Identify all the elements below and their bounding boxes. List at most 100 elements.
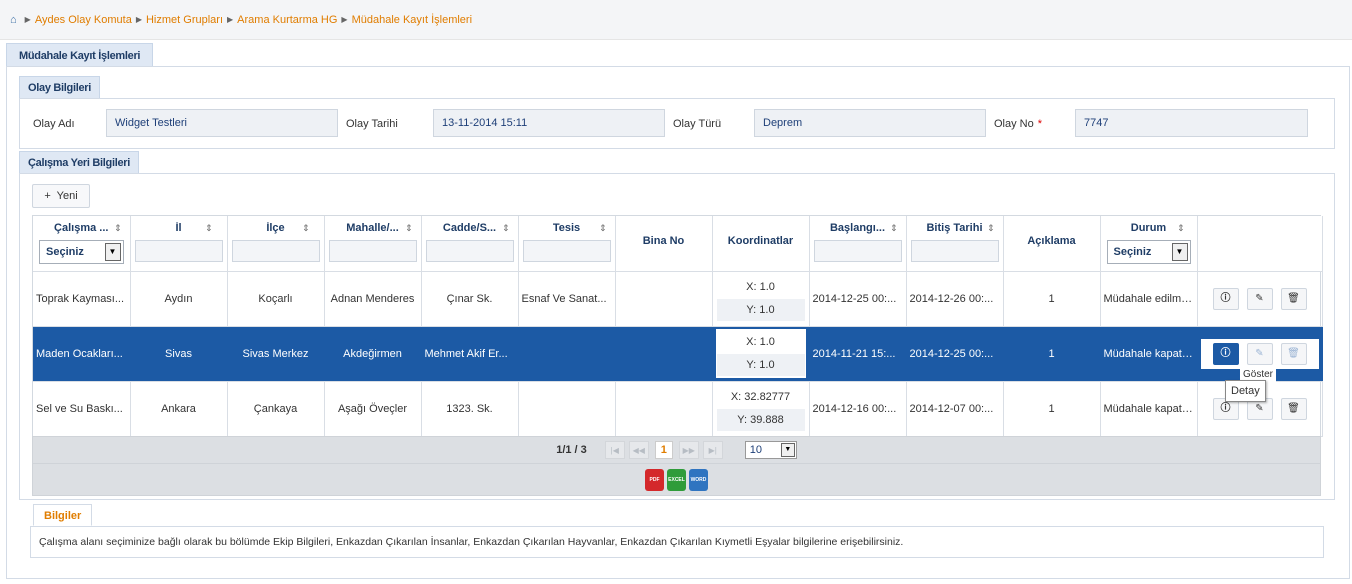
sort-icon[interactable]: ⇕ [205,223,213,234]
col-cadde[interactable]: Cadde/S... ⇕ [421,216,519,272]
cell-mahalle: Adnan Menderes [324,271,422,327]
page-size-select[interactable]: 10 ▼ [744,441,797,459]
cell-cadde: 1323. Sk. [421,381,519,437]
cell-ilce: Çankaya [227,381,325,437]
calisma-filter-select[interactable]: Seçiniz ▼ [39,240,124,264]
plus-icon: + [44,190,51,202]
baslangic-filter-input[interactable] [813,240,902,262]
page-info: 1/1 / 3 [556,444,587,456]
olay-tarihi-field[interactable]: 13-11-2014 15:11 [433,109,665,137]
info-icon[interactable]: ⓘ [1212,287,1239,310]
last-page-icon[interactable]: ▶| [702,441,723,459]
bitis-filter-input[interactable] [910,240,999,262]
chevron-right-icon: ▶ [24,15,31,24]
cell-durum: Müdahale kapatıldı [1100,381,1198,437]
cell-calisma: Maden Ocakları... [33,326,131,382]
excel-icon[interactable]: EXCEL [667,468,686,491]
coord-y: Y: 39.888 [716,409,805,431]
new-button[interactable]: + Yeni [32,184,90,208]
cell-tesis [518,381,616,437]
cell-cadde: Mehmet Akif Er... [421,326,519,382]
cell-baslangic: 2014-12-25 00:... [809,271,907,327]
col-actions [1197,216,1323,272]
coord-y: Y: 1.0 [716,299,805,321]
cadde-filter-input[interactable] [425,240,514,262]
col-bina-label: Bina No [642,235,685,248]
cell-bitis: 2014-12-07 00:... [906,381,1004,437]
cell-bina [615,381,713,437]
mahalle-filter-input[interactable] [328,240,417,262]
cell-baslangic: 2014-11-21 15:... [809,326,907,382]
chevron-down-icon: ▼ [780,443,795,457]
olay-adi-label: Olay Adı [33,118,75,130]
cell-ilce: Koçarlı [227,271,325,327]
cell-bitis: 2014-12-26 00:... [906,271,1004,327]
col-bitis[interactable]: Bitiş Tarihi ⇕ [906,216,1004,272]
calisma-section-title: Çalışma Yeri Bilgileri [19,151,140,173]
tab-bilgiler[interactable]: Bilgiler [33,504,93,526]
olay-adi-field[interactable]: Widget Testleri [106,109,338,137]
sort-icon[interactable]: ⇕ [599,223,607,234]
table-row[interactable]: Sel ve Su Baskı... Ankara Çankaya Aşağı … [33,381,1323,437]
breadcrumb-aydes[interactable]: Aydes Olay Komuta [35,14,132,26]
chevron-down-icon: ▼ [1171,243,1188,261]
sort-icon[interactable]: ⇕ [302,223,310,234]
sort-icon[interactable]: ⇕ [502,223,510,234]
chevron-right-icon: ▶ [135,15,142,24]
table-row[interactable]: Toprak Kayması... Aydın Koçarlı Adnan Me… [33,271,1323,327]
table-row[interactable]: Maden Ocakları... Sivas Sivas Merkez Akd… [33,326,1323,382]
page-size-value: 10 [749,444,763,456]
trash-icon[interactable]: 🗑 [1280,397,1307,420]
durum-filter-select[interactable]: Seçiniz ▼ [1106,240,1191,264]
breadcrumb-hizmet[interactable]: Hizmet Grupları [146,14,223,26]
col-mahalle[interactable]: Mahalle/... ⇕ [324,216,422,272]
edit-icon[interactable]: ✎ [1246,287,1273,310]
col-tesis[interactable]: Tesis ⇕ [518,216,616,272]
cell-bina [615,271,713,327]
home-icon[interactable]: ⌂ [10,14,17,26]
col-bina: Bina No [615,216,713,272]
trash-icon[interactable]: 🗑 [1280,342,1307,365]
cell-koordinat: X: 32.82777 Y: 39.888 [712,381,810,437]
new-button-label: Yeni [56,190,78,202]
breadcrumb-arama[interactable]: Arama Kurtarma HG [237,14,337,26]
cell-durum: Müdahale edilmedi [1100,271,1198,327]
sort-icon[interactable]: ⇕ [987,223,995,234]
cell-durum: Müdahale kapatıldı [1100,326,1198,382]
first-page-icon[interactable]: |◀ [604,441,625,459]
ilce-filter-input[interactable] [231,240,320,262]
olay-turu-field[interactable]: Deprem [754,109,986,137]
col-durum[interactable]: Durum ⇕ Seçiniz ▼ [1100,216,1198,272]
sort-icon[interactable]: ⇕ [890,223,898,234]
pdf-icon[interactable]: PDF [645,468,664,491]
word-icon[interactable]: WORD [689,468,708,491]
coord-x: X: 32.82777 [730,391,791,403]
trash-icon[interactable]: 🗑 [1280,287,1307,310]
edit-icon[interactable]: ✎ [1246,342,1273,365]
col-calisma[interactable]: Çalışma ... ⇕ Seçiniz ▼ [33,216,131,272]
cell-tesis [518,326,616,382]
tesis-filter-input[interactable] [522,240,611,262]
olay-no-label-text: Olay No [994,118,1034,130]
info-icon[interactable]: ⓘ [1212,342,1239,365]
col-ilce[interactable]: İlçe ⇕ [227,216,325,272]
sort-icon[interactable]: ⇕ [1177,223,1185,234]
olay-turu-label: Olay Türü [673,118,722,130]
prev-page-icon[interactable]: ◀◀ [628,441,649,459]
sort-icon[interactable]: ⇕ [114,223,122,234]
next-page-icon[interactable]: ▶▶ [678,441,699,459]
olay-no-field[interactable]: 7747 [1075,109,1308,137]
cell-tesis: Esnaf Ve Sanat... [518,271,616,327]
breadcrumb-mudahale[interactable]: Müdahale Kayıt İşlemleri [352,14,472,26]
col-baslangic[interactable]: Başlangı... ⇕ [809,216,907,272]
current-page[interactable]: 1 [654,441,673,459]
col-koordinat: Koordinatlar [712,216,810,272]
chevron-right-icon: ▶ [227,15,234,24]
col-il[interactable]: İl ⇕ [130,216,228,272]
calisma-filter-value: Seçiniz [46,246,84,258]
olay-tarihi-label: Olay Tarihi [346,118,398,130]
sort-icon[interactable]: ⇕ [405,223,413,234]
il-filter-input[interactable] [134,240,223,262]
cell-bina [615,326,713,382]
export-bar: PDF EXCEL WORD [32,464,1321,496]
